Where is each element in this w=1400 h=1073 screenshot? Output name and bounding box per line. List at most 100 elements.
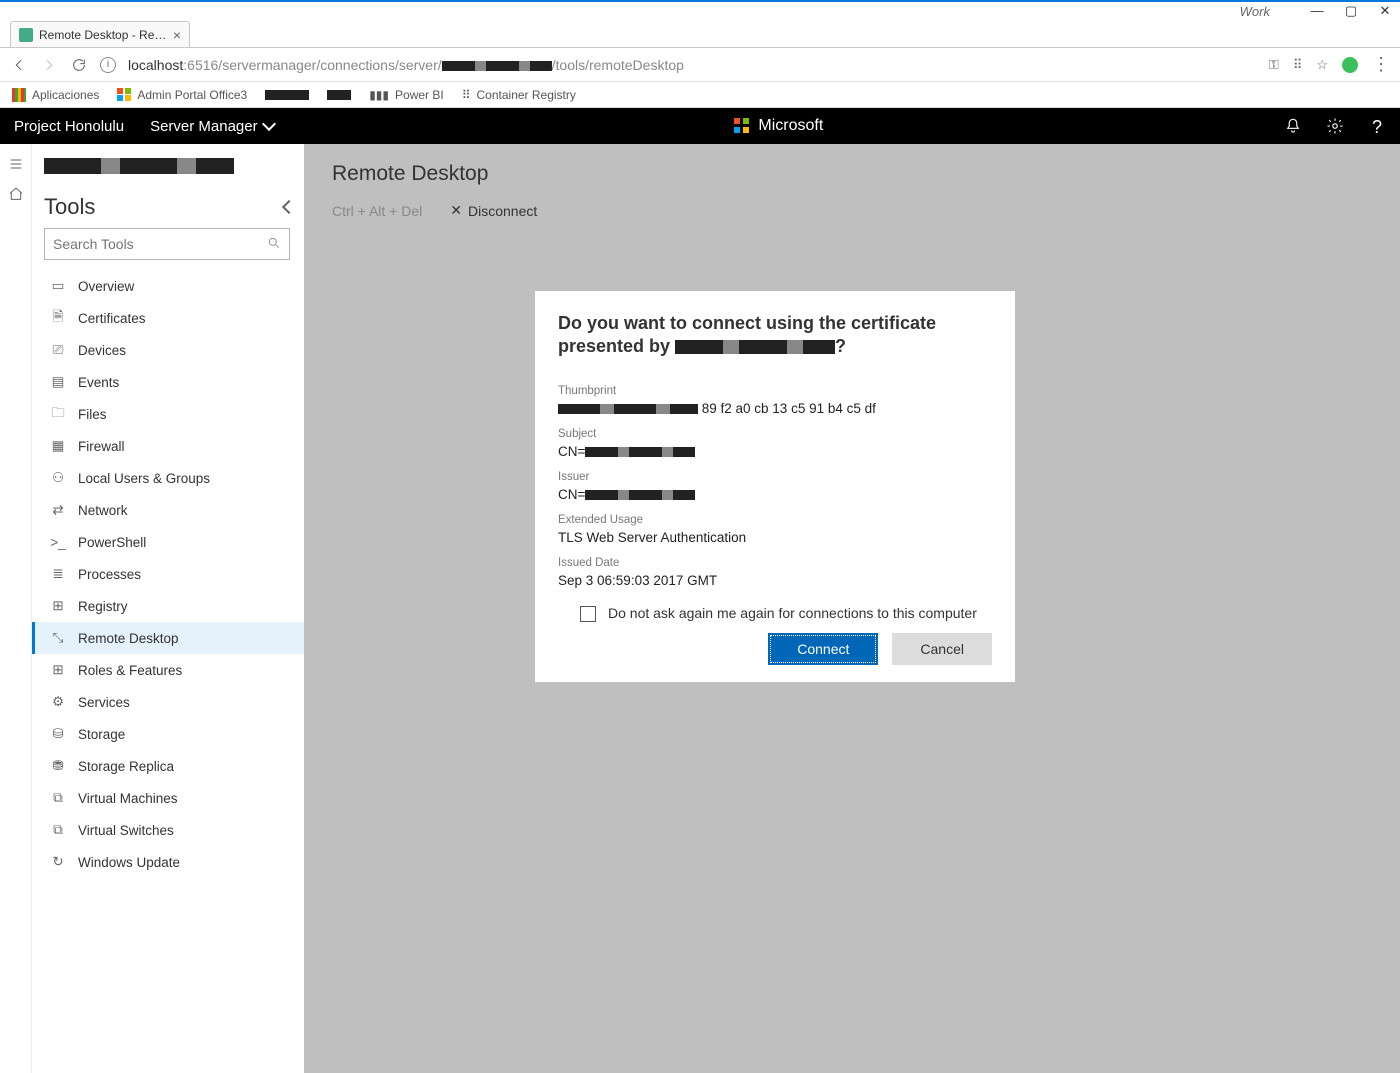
- subject-label: Subject: [558, 428, 986, 440]
- brand-name: Microsoft: [758, 117, 823, 135]
- sidebar-item-label: Storage: [78, 727, 125, 742]
- sidebar-item-certificates[interactable]: 🗎Certificates: [32, 302, 304, 334]
- bookmark-powerbi[interactable]: ▮▮▮Power BI: [369, 88, 444, 102]
- connect-button[interactable]: Connect: [768, 633, 878, 665]
- back-button[interactable]: [10, 56, 28, 74]
- tool-icon: ≣: [50, 566, 66, 582]
- sidebar-item-local-users-groups[interactable]: ⚇Local Users & Groups: [32, 462, 304, 494]
- sidebar-item-devices[interactable]: ⎚Devices: [32, 334, 304, 366]
- page-title: Remote Desktop: [332, 162, 1372, 186]
- collapse-sidebar-icon[interactable]: [282, 200, 296, 214]
- apps-icon: [12, 88, 26, 102]
- forward-button[interactable]: [40, 56, 58, 74]
- module-dropdown[interactable]: Server Manager: [150, 118, 274, 135]
- browser-tab[interactable]: Remote Desktop - Remo ×: [10, 21, 190, 47]
- certificate-dialog: Do you want to connect using the certifi…: [536, 292, 1014, 681]
- rd-toolbar: Ctrl + Alt + Del ✕Disconnect: [332, 202, 1372, 219]
- tool-icon: ⧉: [50, 790, 66, 806]
- tool-icon: ⊞: [50, 662, 66, 678]
- tool-icon: ↻: [50, 854, 66, 870]
- browser-menu-button[interactable]: ⋮: [1372, 54, 1390, 75]
- microsoft-icon: [117, 88, 131, 102]
- sidebar-item-firewall[interactable]: ▦ Firewall: [32, 430, 304, 462]
- dont-ask-checkbox[interactable]: [580, 606, 596, 622]
- address-bar: i localhost:6516/servermanager/connectio…: [0, 48, 1400, 82]
- sidebar-item-registry[interactable]: ⊞Registry: [32, 590, 304, 622]
- window-label: Work: [1240, 4, 1270, 19]
- sidebar-item-label: Events: [78, 375, 119, 390]
- sidebar-item-overview[interactable]: ▭Overview: [32, 270, 304, 302]
- bookmark-redacted-1[interactable]: [265, 90, 309, 100]
- server-name-redacted: [44, 158, 304, 178]
- sidebar-item-remote-desktop[interactable]: ⤡Remote Desktop: [32, 622, 304, 654]
- reload-button[interactable]: [70, 56, 88, 74]
- close-window-button[interactable]: ✕: [1378, 4, 1392, 18]
- sidebar-item-label: Processes: [78, 567, 141, 582]
- sidebar-item-storage[interactable]: ⛁ Storage: [32, 718, 304, 750]
- sidebar-item-label: Virtual Machines: [78, 791, 178, 806]
- bookmark-admin-portal[interactable]: Admin Portal Office3: [117, 88, 247, 102]
- tool-icon: ⇄: [50, 502, 66, 518]
- tool-icon: ⚙: [50, 694, 66, 710]
- sidebar-item-files[interactable]: 🗀Files: [32, 398, 304, 430]
- sidebar-item-storage-replica[interactable]: ⛃Storage Replica: [32, 750, 304, 782]
- tool-icon: ▭: [50, 278, 66, 294]
- tool-icon: ⛁: [50, 726, 66, 742]
- sidebar-item-processes[interactable]: ≣ Processes: [32, 558, 304, 590]
- bookmark-apps[interactable]: Aplicaciones: [12, 88, 99, 102]
- tool-icon: ⧉: [50, 822, 66, 838]
- search-input[interactable]: [53, 236, 267, 252]
- sidebar-item-label: Virtual Switches: [78, 823, 174, 838]
- notifications-icon[interactable]: [1284, 117, 1302, 135]
- settings-icon[interactable]: [1326, 117, 1344, 135]
- translate-icon[interactable]: ⠿: [1293, 57, 1303, 73]
- sidebar-item-label: Roles & Features: [78, 663, 182, 678]
- subject-value: CN=: [558, 444, 986, 459]
- tool-icon: ▤: [50, 374, 66, 390]
- cancel-button[interactable]: Cancel: [892, 633, 992, 665]
- tab-title: Remote Desktop - Remo: [39, 28, 167, 42]
- sidebar-item-label: Network: [78, 503, 128, 518]
- sidebar-item-roles-features[interactable]: ⊞ Roles & Features: [32, 654, 304, 686]
- help-icon[interactable]: ?: [1368, 117, 1386, 135]
- sidebar-item-powershell[interactable]: >_ PowerShell: [32, 526, 304, 558]
- home-icon[interactable]: [8, 186, 24, 202]
- star-icon[interactable]: ☆: [1316, 57, 1328, 73]
- tab-close-icon[interactable]: ×: [173, 27, 181, 43]
- site-info-icon[interactable]: i: [100, 57, 116, 73]
- disconnect-button[interactable]: ✕Disconnect: [450, 202, 537, 219]
- sidebar-item-label: Remote Desktop: [78, 631, 179, 646]
- bookmark-redacted-2[interactable]: [327, 90, 351, 100]
- sidebar-item-virtual-machines[interactable]: ⧉ Virtual Machines: [32, 782, 304, 814]
- sidebar-item-label: Firewall: [78, 439, 125, 454]
- bookmark-container-registry[interactable]: ⠿Container Registry: [462, 88, 576, 102]
- tools-search[interactable]: [44, 228, 290, 260]
- key-icon[interactable]: ⚿: [1269, 57, 1279, 73]
- microsoft-logo-icon: [734, 118, 750, 134]
- url-text[interactable]: localhost:6516/servermanager/connections…: [128, 57, 1257, 73]
- minimize-button[interactable]: —: [1310, 4, 1324, 18]
- ctrl-alt-del-button[interactable]: Ctrl + Alt + Del: [332, 203, 422, 219]
- tool-icon: ⊞: [50, 598, 66, 614]
- tool-icon: >_: [50, 534, 66, 550]
- window-titlebar: Work — ▢ ✕: [0, 0, 1400, 20]
- dialog-heading: Do you want to connect using the certifi…: [558, 312, 992, 357]
- left-rail: [0, 144, 32, 1073]
- sidebar-item-label: Devices: [78, 343, 126, 358]
- sidebar-item-services[interactable]: ⚙Services: [32, 686, 304, 718]
- hamburger-icon[interactable]: [8, 156, 24, 172]
- tab-favicon-icon: [19, 28, 33, 42]
- product-name[interactable]: Project Honolulu: [14, 118, 124, 135]
- sidebar: Tools ▭Overview🗎Certificates⎚Devices ▤ Eve…: [32, 144, 304, 1073]
- issuer-value: CN=: [558, 487, 986, 502]
- tool-icon: ▦: [50, 438, 66, 454]
- maximize-button[interactable]: ▢: [1344, 4, 1358, 18]
- sidebar-item-virtual-switches[interactable]: ⧉ Virtual Switches: [32, 814, 304, 846]
- tools-heading: Tools: [44, 194, 95, 220]
- sidebar-item-events[interactable]: ▤ Events: [32, 366, 304, 398]
- sidebar-item-windows-update[interactable]: ↻Windows Update: [32, 846, 304, 878]
- dialog-scroll-area[interactable]: Thumbprint 89 f2 a0 cb 13 c5 91 b4 c5 df…: [558, 373, 992, 588]
- sidebar-item-network[interactable]: ⇄ Network: [32, 494, 304, 526]
- extension-icon[interactable]: [1342, 57, 1358, 73]
- sidebar-item-label: PowerShell: [78, 535, 146, 550]
